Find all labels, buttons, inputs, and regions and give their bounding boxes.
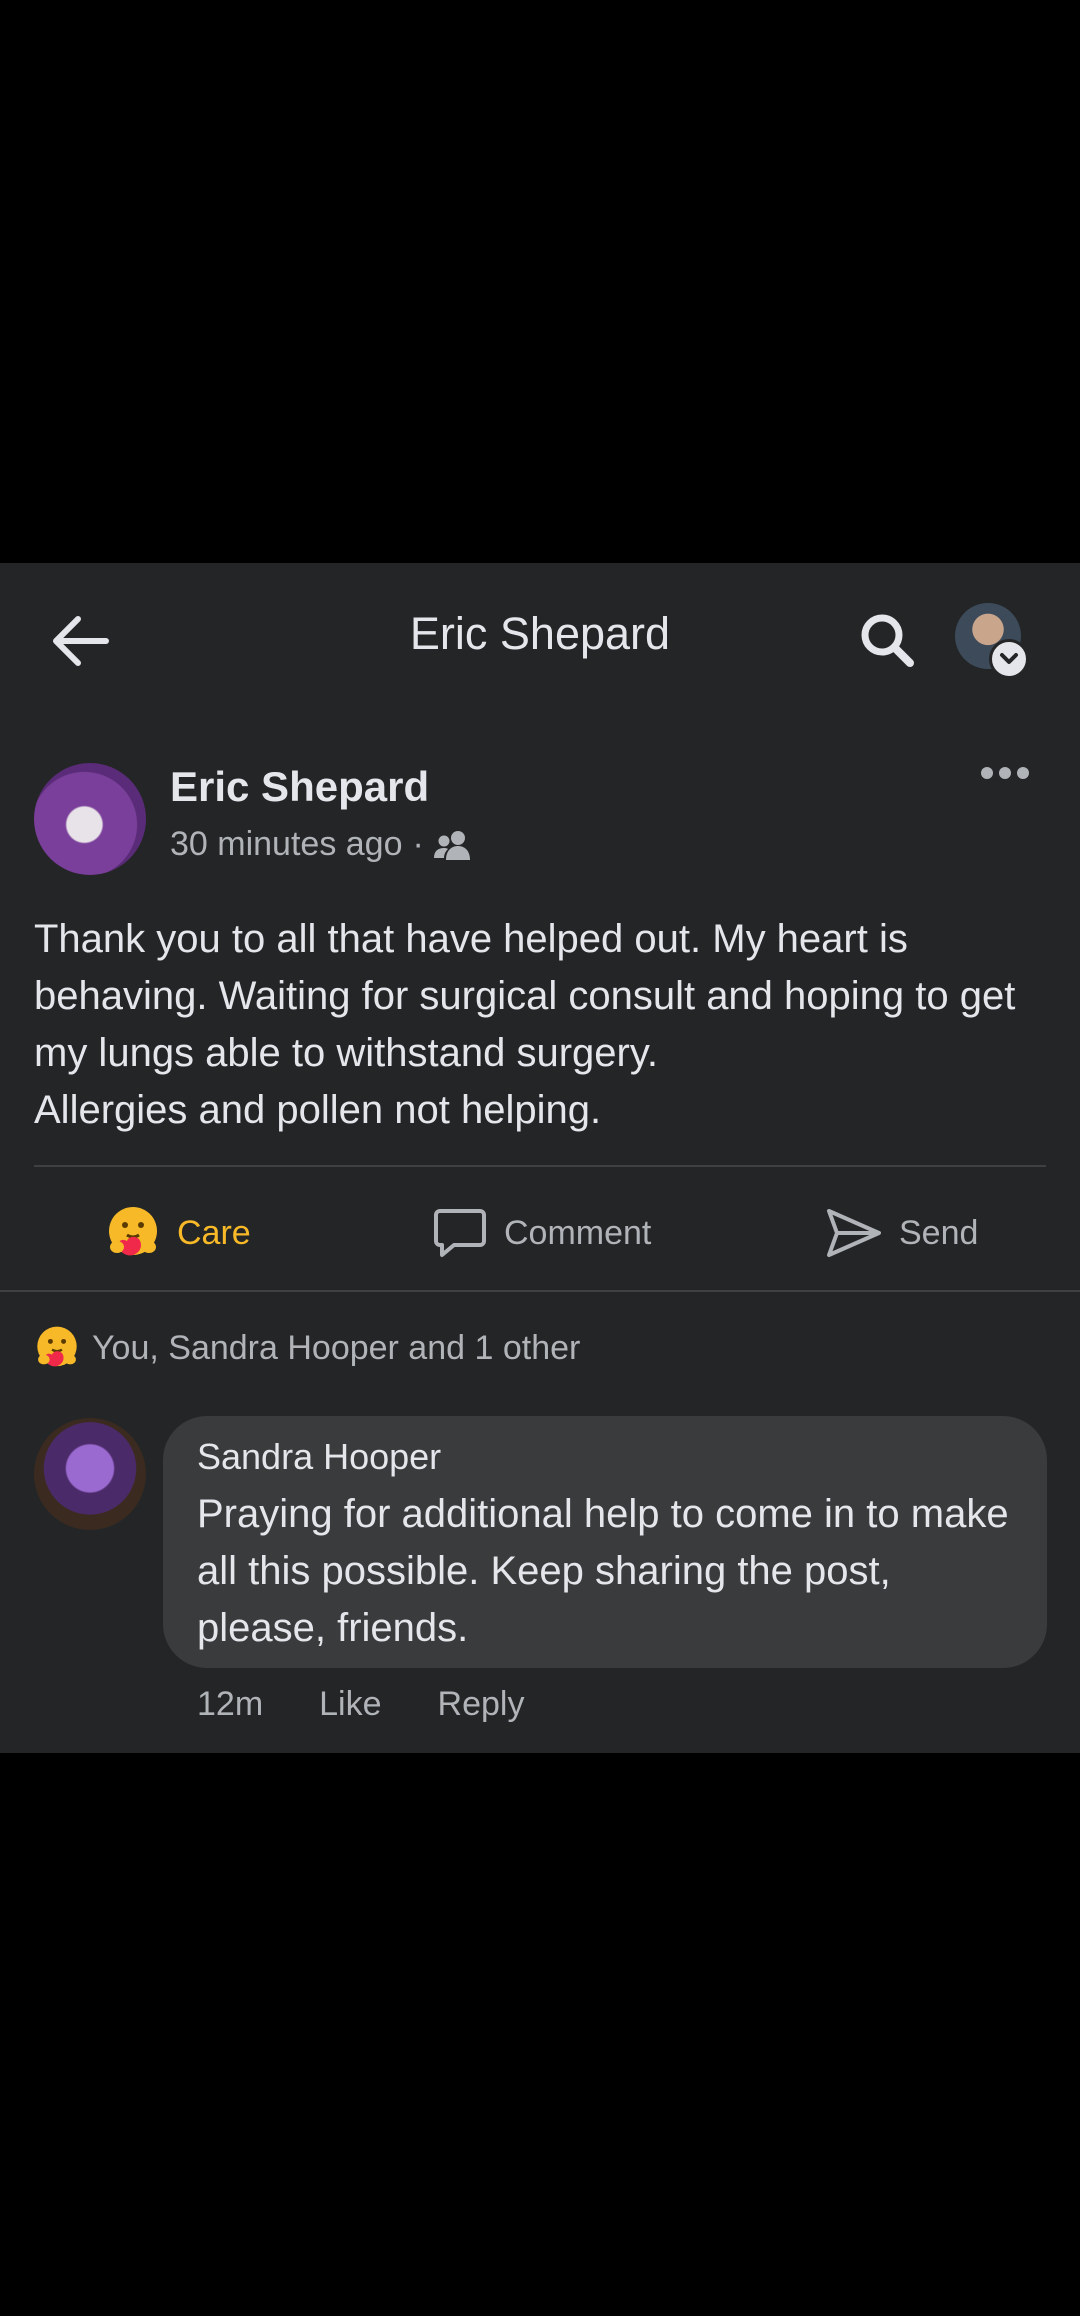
- divider: [34, 1165, 1046, 1167]
- post-panel: Eric Shepard Eric Shepard 30 minutes ago…: [0, 563, 1080, 1753]
- comment-like-button[interactable]: Like: [319, 1685, 381, 1724]
- search-button[interactable]: [852, 605, 922, 675]
- care-button[interactable]: Care: [105, 1193, 251, 1273]
- care-emoji-icon: [37, 1326, 77, 1367]
- send-icon: [827, 1209, 881, 1257]
- chevron-down-icon: [989, 639, 1029, 679]
- post-time[interactable]: 30 minutes ago: [170, 825, 403, 864]
- reactions-summary[interactable]: You, Sandra Hooper and 1 other: [34, 1325, 580, 1371]
- more-horizontal-icon: [981, 767, 1029, 779]
- care-emoji-icon: [109, 1207, 157, 1256]
- comment-actions: 12m Like Reply: [197, 1685, 524, 1724]
- divider: [0, 1290, 1080, 1292]
- meta-separator: ·: [412, 825, 424, 863]
- comment-reply-button[interactable]: Reply: [438, 1685, 525, 1724]
- comment-label: Comment: [504, 1213, 652, 1252]
- comment-author-name[interactable]: Sandra Hooper: [197, 1436, 441, 1478]
- reactions-text: You, Sandra Hooper and 1 other: [92, 1328, 581, 1367]
- post-author-name[interactable]: Eric Shepard: [170, 763, 429, 811]
- post-text: Thank you to all that have helped out. M…: [34, 917, 1016, 1132]
- send-label: Send: [899, 1213, 979, 1252]
- top-bar: Eric Shepard: [0, 563, 1080, 713]
- comment-bubble[interactable]: Sandra Hooper Praying for additional hel…: [163, 1416, 1047, 1668]
- care-label: Care: [177, 1213, 251, 1252]
- post-author-avatar[interactable]: [34, 763, 146, 875]
- comment-icon: [434, 1209, 486, 1257]
- more-options-button[interactable]: [975, 753, 1035, 793]
- post-meta: 30 minutes ago ·: [170, 825, 472, 864]
- comment-text: Praying for additional help to come in t…: [197, 1492, 1009, 1650]
- search-icon: [861, 614, 914, 667]
- send-button[interactable]: Send: [825, 1193, 978, 1273]
- comment-button[interactable]: Comment: [432, 1193, 651, 1273]
- friends-icon: [433, 830, 470, 860]
- comment-author-avatar[interactable]: [34, 1418, 146, 1530]
- comment-time: 12m: [197, 1685, 264, 1723]
- profile-menu-button[interactable]: [955, 603, 1033, 681]
